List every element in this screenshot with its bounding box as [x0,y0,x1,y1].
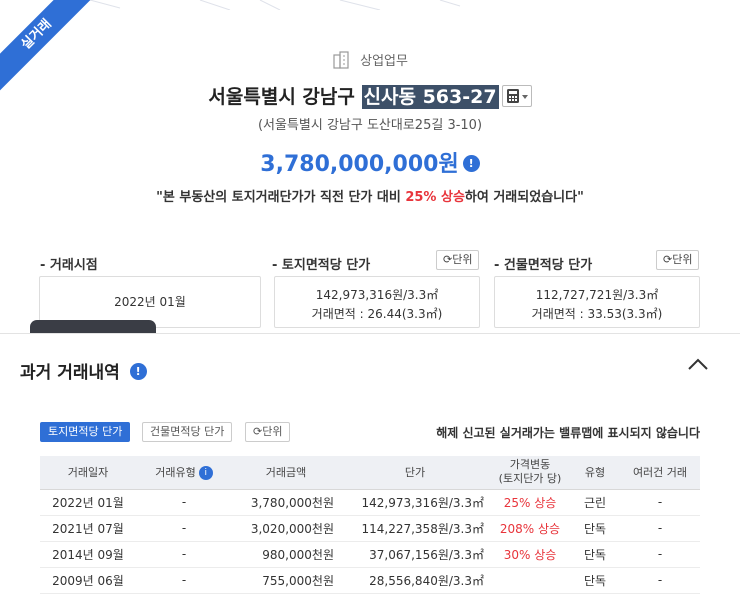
building-unit-button-label: 단위 [672,253,693,266]
land-unit-price-value: 142,973,316원/3.3㎡ [315,288,439,302]
col-kind: 유형 [570,456,620,490]
cell-multi: - [620,567,700,594]
summary-suffix: 하여 거래되었습니다" [464,190,584,205]
cell-change: 25% 상승 [490,489,570,516]
price-change-summary: "본 부동산의 토지거래단가가 직전 단가 대비 25% 상승하여 거래되었습니… [0,186,740,205]
chevron-up-icon[interactable] [686,356,710,372]
cell-kind: 단독 [570,515,620,542]
cell-date: 2014년 09월 [40,541,136,568]
cell-amount: 755,000천원 [232,567,340,594]
col-change-line2: (토지단가 당) [498,472,562,486]
building-unit-price-value: 112,727,721원/3.3㎡ [535,288,659,302]
cell-type: - [136,515,232,542]
land-trade-area: 거래면적 : 26.44(3.3㎡) [311,307,443,321]
history-unit-button-label: 단위 [262,425,283,438]
transaction-price: 3,780,000,000원! [0,146,740,178]
background-illustration [89,0,461,10]
table-row[interactable]: 2009년 06월 - 755,000천원 28,556,840원/3.3㎡ 단… [40,567,700,594]
refresh-icon: ⟳ [443,253,453,266]
history-title-text: 과거 거래내역 [20,363,120,383]
price-value: 3,780,000,000원 [260,152,459,177]
table-header-row: 거래일자 거래유형 i 거래금액 단가 가격변동 (토지단가 당) 유형 여러건 거… [40,456,700,490]
table-row[interactable]: 2022년 01월 - 3,780,000천원 142,973,316원/3.3… [40,489,700,516]
address-main: 서울특별시 강남구 [208,86,355,108]
cell-multi: - [620,515,700,542]
history-unit-button[interactable]: ⟳단위 [245,422,291,442]
cell-date: 2009년 06월 [40,567,136,594]
cell-unit-price: 114,227,358원/3.3㎡ [340,515,490,542]
col-change-line1: 가격변동 [509,458,551,472]
cell-change: 30% 상승 [490,541,570,568]
col-unit-price: 단가 [340,456,490,490]
cell-date: 2021년 07월 [40,515,136,542]
building-unit-button[interactable]: ⟳단위 [656,250,700,270]
refresh-icon: ⟳ [663,253,673,266]
table-row[interactable]: 2014년 09월 - 980,000천원 37,067,156원/3.3㎡ 3… [40,541,700,568]
summary-prefix: "본 부동산의 토지거래단가가 직전 단가 대비 [156,190,406,205]
land-unit-price-label: - 토지면적당 단가 [272,258,371,273]
building-unit-price-label: - 건물면적당 단가 [494,258,593,273]
info-icon[interactable]: i [198,466,213,481]
land-unit-button[interactable]: ⟳단위 [436,250,480,270]
property-type: 상업업무 [0,50,740,69]
cell-change [490,567,570,594]
cell-change: 208% 상승 [490,515,570,542]
tab-land-unit-price[interactable]: 토지면적당 단가 [40,422,131,442]
col-price-change: 가격변동 (토지단가 당) [490,456,570,490]
land-unit-button-label: 단위 [452,253,473,266]
transaction-date-label: - 거래시점 [40,258,98,273]
transaction-date-value: 2022년 01월 [114,295,186,309]
address-lot: 신사동 563-27 [361,85,499,109]
info-icon[interactable]: ! [129,362,147,380]
cell-type: - [136,541,232,568]
floating-tab[interactable] [30,320,156,333]
calculator-icon [506,88,528,103]
cell-amount: 980,000천원 [232,541,340,568]
transaction-history-section: 과거 거래내역 ! 토지면적당 단가 건물면적당 단가 ⟳단위 해제 신고된 실… [0,333,740,611]
col-amount: 거래금액 [232,456,340,490]
col-multi: 여러건 거래 [620,456,700,490]
refresh-icon: ⟳ [253,425,263,438]
cell-kind: 근린 [570,489,620,516]
calculator-button[interactable] [501,84,532,107]
property-type-label: 상업업무 [360,54,408,69]
col-type: 거래유형 i [136,456,232,490]
cell-kind: 단독 [570,541,620,568]
cell-unit-price: 28,556,840원/3.3㎡ [340,567,490,594]
building-trade-area: 거래면적 : 33.53(3.3㎡) [531,307,663,321]
transaction-summary-card: 실거래 상업업무 서울특별시 강남구 신사동 563-27 (서울특별시 강남구… [0,0,740,333]
land-unit-price-box: 142,973,316원/3.3㎡ 거래면적 : 26.44(3.3㎡) [274,276,480,328]
cell-unit-price: 142,973,316원/3.3㎡ [340,489,490,516]
tab-building-unit-price[interactable]: 건물면적당 단가 [142,422,233,442]
cancellation-notice: 해제 신고된 실거래가는 밸류맵에 표시되지 않습니다 [436,426,700,440]
summary-highlight: 25% 상승 [405,190,465,205]
cell-unit-price: 37,067,156원/3.3㎡ [340,541,490,568]
building-icon [333,50,349,69]
cell-type: - [136,489,232,516]
history-table: 거래일자 거래유형 i 거래금액 단가 가격변동 (토지단가 당) 유형 여러건 거… [40,456,700,594]
cell-amount: 3,780,000천원 [232,489,340,516]
info-icon[interactable]: ! [462,154,480,172]
col-type-label: 거래유형 [155,466,196,480]
cell-type: - [136,567,232,594]
cell-date: 2022년 01월 [40,489,136,516]
address-title: 서울특별시 강남구 신사동 563-27 [0,82,740,109]
building-unit-price-box: 112,727,721원/3.3㎡ 거래면적 : 33.53(3.3㎡) [494,276,700,328]
cell-multi: - [620,541,700,568]
road-address: (서울특별시 강남구 도산대로25길 3-10) [257,118,483,133]
history-title: 과거 거래내역 ! [20,358,147,383]
cell-multi: - [620,489,700,516]
cell-amount: 3,020,000천원 [232,515,340,542]
cell-kind: 단독 [570,567,620,594]
col-date: 거래일자 [40,456,136,490]
table-row[interactable]: 2021년 07월 - 3,020,000천원 114,227,358원/3.3… [40,515,700,542]
